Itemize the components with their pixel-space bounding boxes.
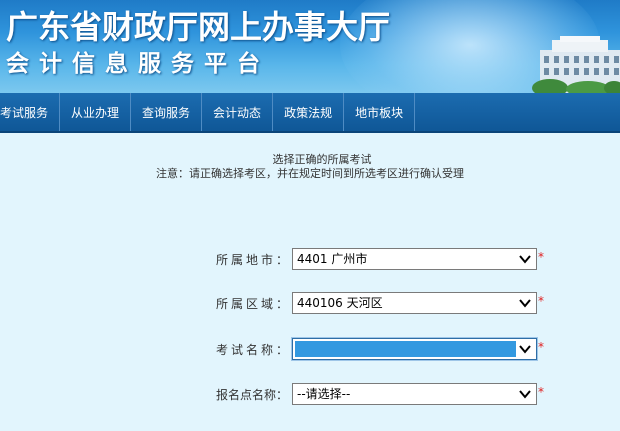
city-row: 所属地市： 4401 广州市 * — [0, 248, 620, 270]
nav-item-city[interactable]: 地市板块 — [344, 93, 416, 131]
exam-label: 考试名称： — [216, 343, 292, 357]
city-select[interactable]: 4401 广州市 — [292, 248, 537, 270]
nav-item-practice[interactable]: 从业办理 — [60, 93, 132, 131]
required-marker: * — [538, 294, 544, 308]
site-select-value: --请选择-- — [297, 387, 351, 401]
required-marker: * — [538, 340, 544, 354]
site-label: 报名点名称： — [216, 388, 289, 402]
district-label: 所属区域： — [216, 297, 292, 311]
required-marker: * — [538, 385, 544, 399]
nav-item-query[interactable]: 查询服务 — [131, 93, 203, 131]
exam-select[interactable] — [292, 338, 537, 360]
district-row: 所属区域： 440106 天河区 * — [0, 292, 620, 314]
district-select-value: 440106 天河区 — [297, 296, 383, 310]
main-nav: 考试服务 从业办理 查询服务 会计动态 政策法规 地市板块 — [0, 93, 620, 133]
exam-select-highlight — [295, 341, 516, 357]
city-select-value: 4401 广州市 — [297, 252, 368, 266]
nav-item-news[interactable]: 会计动态 — [202, 93, 274, 131]
nav-item-policy[interactable]: 政策法规 — [273, 93, 345, 131]
site-subtitle: 会计信息服务平台 — [6, 51, 270, 77]
chevron-down-icon — [519, 299, 531, 308]
site-row: 报名点名称： --请选择-- * — [0, 383, 620, 405]
nav-item-exam-services[interactable]: 考试服务 — [0, 93, 61, 131]
chevron-down-icon — [519, 255, 531, 264]
chevron-down-icon — [519, 345, 531, 354]
form-notice: 注意：请正确选择考区，并在规定时间到所选考区进行确认受理 — [156, 167, 464, 180]
site-title: 广东省财政厅网上办事大厅 — [6, 8, 391, 46]
chevron-down-icon — [519, 390, 531, 399]
site-select[interactable]: --请选择-- — [292, 383, 537, 405]
district-select[interactable]: 440106 天河区 — [292, 292, 537, 314]
required-marker: * — [538, 250, 544, 264]
city-label: 所属地市： — [216, 253, 292, 267]
header-banner: 广东省财政厅网上办事大厅 会计信息服务平台 — [0, 0, 620, 93]
building-illustration — [532, 36, 620, 93]
exam-row: 考试名称： * — [0, 338, 620, 360]
